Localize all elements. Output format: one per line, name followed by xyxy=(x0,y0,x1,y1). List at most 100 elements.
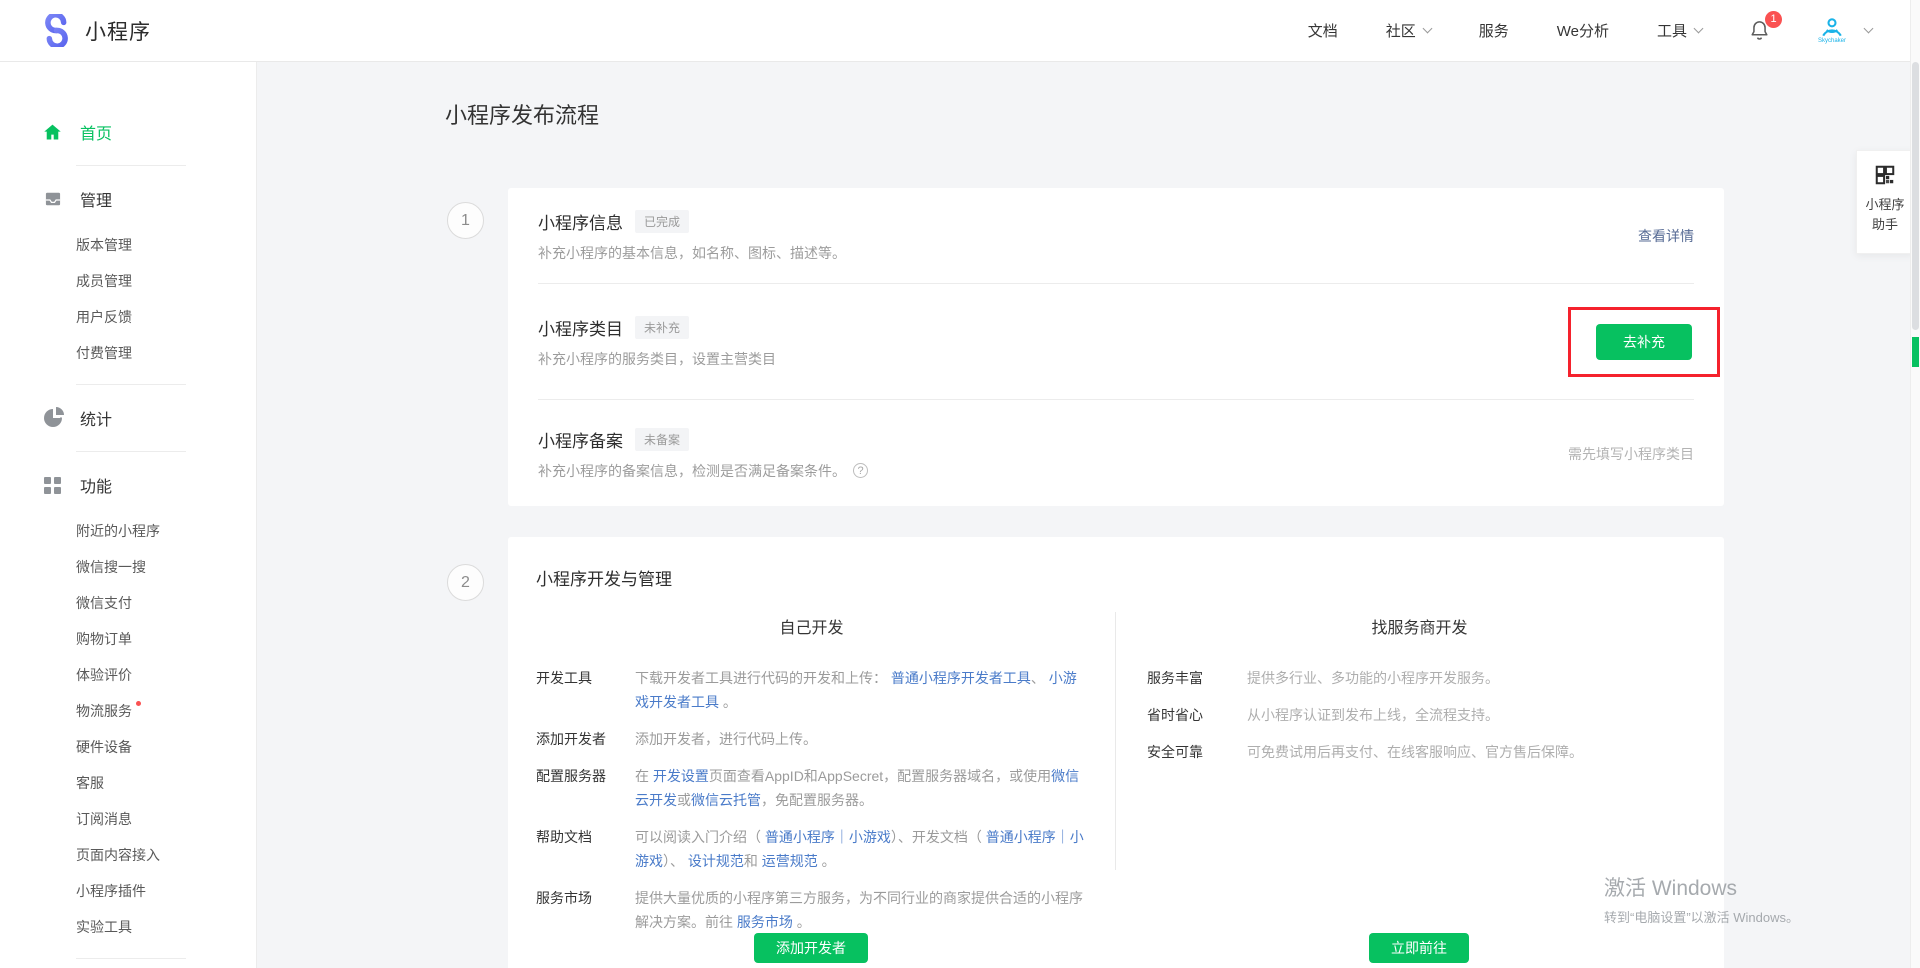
sidebar-item-statistics[interactable]: 统计 xyxy=(0,398,256,438)
chevron-down-icon xyxy=(1694,23,1704,33)
app-root: 小程序 文档 社区 服务 We分析 工具 1 Skychaker xyxy=(0,0,1920,968)
grid-icon xyxy=(42,475,63,496)
column-divider xyxy=(1115,612,1116,870)
inline-text: 下载开发者工具进行代码的开发和上传： xyxy=(635,670,891,686)
miniprogram-logo[interactable]: 小程序 xyxy=(40,14,151,47)
vendor-row-time-saving: 省时省心 从小程序认证到发布上线，全流程支持。 xyxy=(1115,703,1724,727)
sidebar: 首页 管理 版本管理 成员管理 用户反馈 付费管理 统计 xyxy=(0,62,257,968)
sidebar-item-wechat-search[interactable]: 微信搜一搜 xyxy=(76,549,256,585)
avatar-logo-icon xyxy=(1818,17,1846,38)
sidebar-item-version-management[interactable]: 版本管理 xyxy=(76,227,256,263)
dev-row-label: 添加开发者 xyxy=(536,727,635,751)
fill-category-button[interactable]: 去补充 xyxy=(1596,324,1692,360)
add-developer-button[interactable]: 添加开发者 xyxy=(754,933,868,963)
sidebar-item-shopping-orders[interactable]: 购物订单 xyxy=(76,621,256,657)
sidebar-item-nearby-miniprogram[interactable]: 附近的小程序 xyxy=(76,513,256,549)
miniprogram-logo-icon xyxy=(40,14,73,47)
sidebar-item-logistics-service[interactable]: 物流服务 xyxy=(76,693,256,729)
sidebar-item-hardware-device[interactable]: 硬件设备 xyxy=(76,729,256,765)
logo-text: 小程序 xyxy=(85,16,151,46)
notification-bell[interactable]: 1 xyxy=(1748,19,1771,43)
sidebar-item-manage[interactable]: 管理 xyxy=(0,179,256,219)
sidebar-item-miniprogram-plugin[interactable]: 小程序插件 xyxy=(76,873,256,909)
sidebar-item-features[interactable]: 功能 xyxy=(0,465,256,505)
inline-link[interactable]: 普通小程序开发者工具 xyxy=(891,670,1031,686)
inline-text: 提供大量优质的小程序第三方服务，为不同行业的商家提供合适的小程序解决方案。前往 xyxy=(635,890,1083,930)
view-details-link[interactable]: 查看详情 xyxy=(1638,228,1694,244)
inline-text: 。 xyxy=(793,914,811,930)
inline-link[interactable]: ｜ xyxy=(835,829,849,845)
publish-flow-card: 小程序信息 已完成 补充小程序的基本信息，如名称、图标、描述等。 查看详情 小程… xyxy=(508,188,1724,506)
row-title: 小程序信息 xyxy=(538,209,623,234)
dev-row-service-market: 服务市场 提供大量优质的小程序第三方服务，为不同行业的商家提供合适的小程序解决方… xyxy=(508,886,1115,934)
nav-service[interactable]: 服务 xyxy=(1479,20,1509,41)
row-title: 小程序类目 xyxy=(538,315,623,340)
inline-link[interactable]: 设计规范 xyxy=(688,853,744,869)
nav-we-analytics[interactable]: We分析 xyxy=(1557,20,1609,41)
status-badge-completed: 已完成 xyxy=(635,210,689,233)
sidebar-divider xyxy=(76,384,186,385)
dev-row-text: 在 开发设置页面查看AppID和AppSecret，配置服务器域名，或使用微信云… xyxy=(635,764,1089,812)
inline-link[interactable]: 小游戏 xyxy=(849,829,891,845)
page-scrollbar[interactable] xyxy=(1910,0,1920,968)
annotation-highlight-box: 去补充 xyxy=(1568,307,1720,377)
pie-chart-icon xyxy=(42,408,63,429)
sidebar-divider xyxy=(76,165,186,166)
vendor-dev-column: 找服务商开发 服务丰富 提供多行业、多功能的小程序开发服务。 省时省心 从小程序… xyxy=(1115,606,1724,947)
inline-link[interactable]: 服务市场 xyxy=(737,914,793,930)
dev-row-label: 开发工具 xyxy=(536,666,635,714)
sidebar-item-subscribe-message[interactable]: 订阅消息 xyxy=(76,801,256,837)
inline-text: ）、 xyxy=(663,853,688,869)
vendor-row-rich-services: 服务丰富 提供多行业、多功能的小程序开发服务。 xyxy=(1115,666,1724,690)
sidebar-item-wechat-pay[interactable]: 微信支付 xyxy=(76,585,256,621)
inline-link[interactable]: 微信云托管 xyxy=(691,792,761,808)
vendor-row-label: 安全可靠 xyxy=(1147,740,1247,764)
sidebar-statistics-label: 统计 xyxy=(80,406,112,430)
nav-community[interactable]: 社区 xyxy=(1386,20,1431,41)
nav-tools[interactable]: 工具 xyxy=(1657,20,1702,41)
go-now-button[interactable]: 立即前往 xyxy=(1369,933,1469,963)
sidebar-features-label: 功能 xyxy=(80,473,112,497)
sidebar-item-page-content-access[interactable]: 页面内容接入 xyxy=(76,837,256,873)
miniprogram-assistant-widget[interactable]: 小程序助手 xyxy=(1856,150,1914,254)
inline-text: 和 xyxy=(744,853,762,869)
dev-row-label: 服务市场 xyxy=(536,886,635,934)
account-avatar[interactable]: Skychaker xyxy=(1813,12,1851,50)
sidebar-item-customer-service[interactable]: 客服 xyxy=(76,765,256,801)
inline-link[interactable]: 开发设置 xyxy=(653,768,709,784)
scrollbar-thumb[interactable] xyxy=(1912,62,1919,330)
account-chevron-down-icon[interactable] xyxy=(1864,23,1874,33)
row-description: 补充小程序的服务类目，设置主营类目 xyxy=(538,349,1694,369)
top-header: 小程序 文档 社区 服务 We分析 工具 1 Skychaker xyxy=(0,0,1920,62)
dev-manage-title: 小程序开发与管理 xyxy=(508,537,1724,590)
page-title: 小程序发布流程 xyxy=(445,98,599,130)
vendor-row-label: 服务丰富 xyxy=(1147,666,1247,690)
sidebar-item-home[interactable]: 首页 xyxy=(0,112,256,152)
inline-link[interactable]: ｜ xyxy=(1056,829,1070,845)
sidebar-item-member-management[interactable]: 成员管理 xyxy=(76,263,256,299)
sidebar-item-payment-management[interactable]: 付费管理 xyxy=(76,335,256,371)
row-description: 补充小程序的备案信息，检测是否满足备案条件。 xyxy=(538,461,846,481)
dev-row-help-docs: 帮助文档 可以阅读入门介绍（ 普通小程序｜小游戏）、开发文档（ 普通小程序｜小游… xyxy=(508,825,1115,873)
top-nav: 文档 社区 服务 We分析 工具 1 Skychaker xyxy=(1260,12,1872,50)
sidebar-item-experience-review[interactable]: 体验评价 xyxy=(76,657,256,693)
help-icon[interactable]: ? xyxy=(853,463,868,478)
inline-text: 或 xyxy=(677,792,691,808)
inline-link[interactable]: 普通小程序 xyxy=(765,829,835,845)
inline-link[interactable]: 普通小程序 xyxy=(986,829,1056,845)
sidebar-item-experiment-tools[interactable]: 实验工具 xyxy=(76,909,256,945)
flow-row-miniprogram-info: 小程序信息 已完成 补充小程序的基本信息，如名称、图标、描述等。 查看详情 xyxy=(508,188,1724,283)
sidebar-home-label: 首页 xyxy=(80,120,112,144)
inline-text: 、 xyxy=(1031,670,1049,686)
dev-row-text: 下载开发者工具进行代码的开发和上传： 普通小程序开发者工具、 小游戏开发者工具 … xyxy=(635,666,1089,714)
flow-row-miniprogram-icp: 小程序备案 未备案 补充小程序的备案信息，检测是否满足备案条件。 ? 需先填写小… xyxy=(508,400,1724,507)
flow-row-miniprogram-category: 小程序类目 未补充 补充小程序的服务类目，设置主营类目 去补充 xyxy=(508,284,1724,399)
inline-text: 添加开发者，进行代码上传。 xyxy=(635,731,817,747)
dev-manage-card: 小程序开发与管理 自己开发 开发工具 下载开发者工具进行代码的开发和上传： 普通… xyxy=(508,537,1724,968)
nav-docs[interactable]: 文档 xyxy=(1308,20,1338,41)
sidebar-item-user-feedback[interactable]: 用户反馈 xyxy=(76,299,256,335)
main-content: 小程序发布流程 1 小程序信息 已完成 补充小程序的基本信息，如名称、图标、描述… xyxy=(257,62,1920,968)
avatar-caption: Skychaker xyxy=(1818,38,1846,45)
sidebar-logistics-label: 物流服务 xyxy=(76,703,132,719)
inline-link[interactable]: 运营规范 xyxy=(762,853,818,869)
